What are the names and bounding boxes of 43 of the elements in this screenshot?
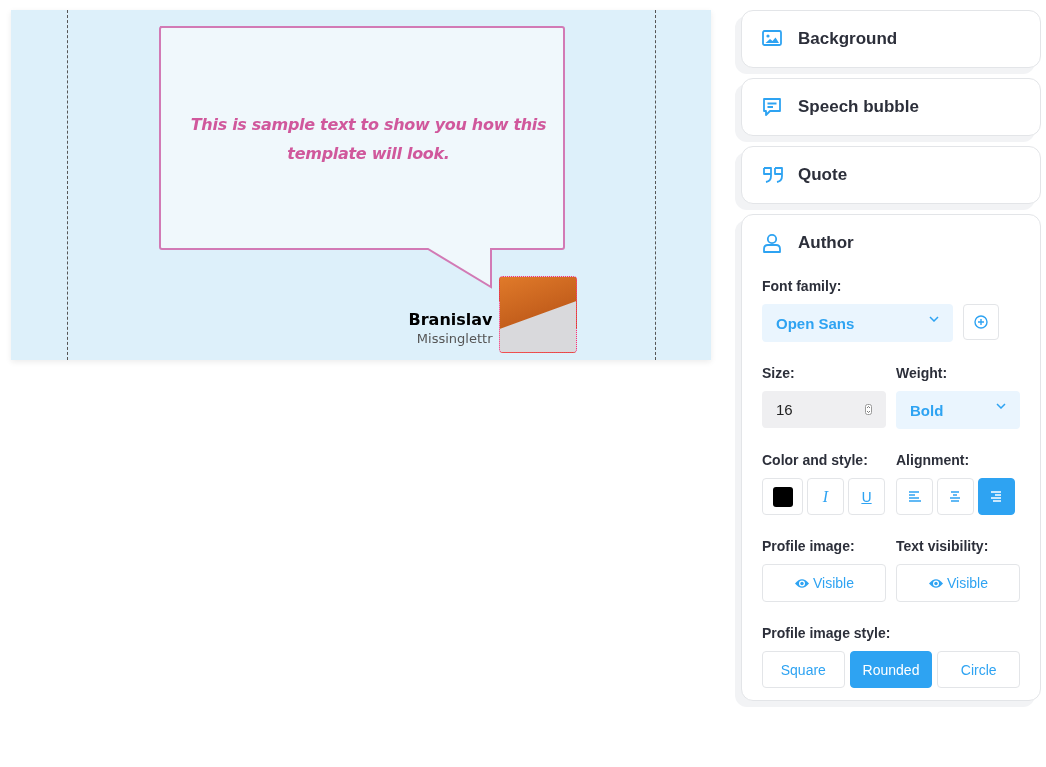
field-label: Weight: [896, 364, 949, 382]
field-label: Text visibility: [896, 537, 990, 555]
add-font-button[interactable] [963, 304, 999, 340]
eye-icon [928, 577, 944, 589]
image-style-button[interactable]: Square [762, 651, 845, 688]
size-input[interactable]: 16 [762, 391, 886, 428]
field-label: Size: [762, 364, 796, 382]
spinner-icon [865, 404, 872, 415]
field-label: Profile image: [762, 537, 856, 555]
section-header[interactable]: Author [742, 215, 1040, 271]
font-family-dropdown[interactable]: Open Sans [762, 304, 953, 342]
section-header[interactable]: Background [742, 11, 1040, 67]
field-label: Profile image style: [762, 624, 892, 642]
profile-visibility-button[interactable]: Visible [762, 564, 886, 602]
field-label: Alignment: [896, 451, 971, 469]
underline-button[interactable]: U [848, 478, 885, 515]
image-style-button[interactable]: Rounded [849, 651, 933, 688]
weight-dropdown[interactable]: Bold [896, 391, 1020, 429]
field-label: Font family: [762, 277, 843, 295]
field-label: Color and style: [762, 451, 869, 469]
image-icon [762, 29, 784, 49]
chat-bubble-icon [762, 97, 784, 117]
chevron-down-icon [929, 316, 939, 322]
author-title: Missinglettr [416, 330, 493, 348]
eye-icon [794, 577, 810, 589]
image-style-button[interactable]: Circle [937, 651, 1020, 688]
author-name: Branislav [408, 310, 493, 330]
text-visibility-button[interactable]: Visible [896, 564, 1020, 602]
quote-icon [762, 165, 784, 185]
quote-text: This is sample text to show you how this template will look. [189, 114, 548, 165]
align-right-icon [990, 491, 1003, 502]
section-header[interactable]: Quote [742, 147, 1040, 203]
align-center-button[interactable] [937, 478, 974, 515]
person-icon [762, 233, 784, 253]
chevron-down-icon [996, 403, 1006, 409]
align-right-button[interactable] [978, 478, 1015, 515]
section-header[interactable]: Speech bubble [742, 79, 1040, 135]
align-left-button[interactable] [896, 478, 933, 515]
plus-circle-icon [974, 315, 988, 329]
italic-button[interactable]: I [807, 478, 844, 515]
align-center-icon [949, 491, 962, 502]
align-left-icon [908, 491, 921, 502]
color-button[interactable] [762, 478, 803, 515]
